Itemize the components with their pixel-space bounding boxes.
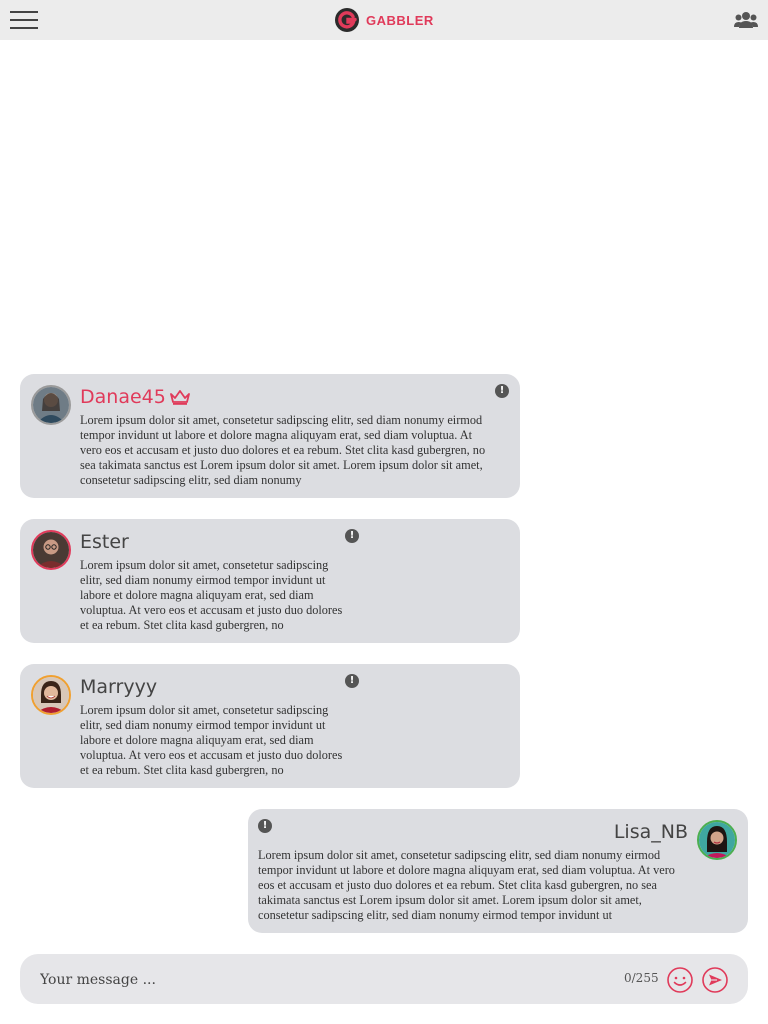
- message-text: Lorem ipsum dolor sit amet, consetetur s…: [258, 848, 675, 922]
- chat-message-own: ! Lisa_NB Lorem ipsum dolor sit amet, co…: [248, 809, 748, 933]
- report-icon[interactable]: !: [345, 529, 359, 543]
- chat-message: Ester ! Lorem ipsum dolor sit amet, cons…: [20, 519, 520, 643]
- username[interactable]: Danae45: [80, 386, 166, 408]
- avatar[interactable]: [31, 530, 71, 570]
- username[interactable]: Ester: [80, 531, 129, 553]
- username[interactable]: Lisa_NB: [614, 821, 688, 843]
- message-input[interactable]: [38, 967, 612, 993]
- hamburger-menu-icon[interactable]: [10, 11, 38, 29]
- report-icon[interactable]: !: [495, 384, 509, 398]
- avatar[interactable]: [31, 385, 71, 425]
- character-counter: 0/255: [624, 971, 659, 985]
- message-text: Lorem ipsum dolor sit amet, consetetur s…: [80, 558, 343, 632]
- chat-message: Marryyy ! Lorem ipsum dolor sit amet, co…: [20, 664, 520, 788]
- users-icon[interactable]: [734, 11, 758, 29]
- emoji-icon[interactable]: [666, 966, 694, 994]
- top-bar: GABBLER: [0, 0, 768, 40]
- logo[interactable]: GABBLER: [334, 7, 434, 33]
- username[interactable]: Marryyy: [80, 676, 157, 698]
- brand-name: GABBLER: [366, 12, 434, 28]
- gabbler-logo-icon: [335, 8, 359, 32]
- send-icon[interactable]: [701, 966, 729, 994]
- report-icon[interactable]: !: [258, 819, 272, 833]
- crown-icon: [170, 390, 190, 405]
- chat-message: Danae45 ! Lorem ipsum dolor sit amet, co…: [20, 374, 520, 498]
- message-text: Lorem ipsum dolor sit amet, consetetur s…: [80, 413, 486, 487]
- report-icon[interactable]: !: [345, 674, 359, 688]
- avatar[interactable]: [697, 820, 737, 860]
- avatar[interactable]: [31, 675, 71, 715]
- message-text: Lorem ipsum dolor sit amet, consetetur s…: [80, 703, 343, 777]
- message-composer: 0/255: [20, 954, 748, 1004]
